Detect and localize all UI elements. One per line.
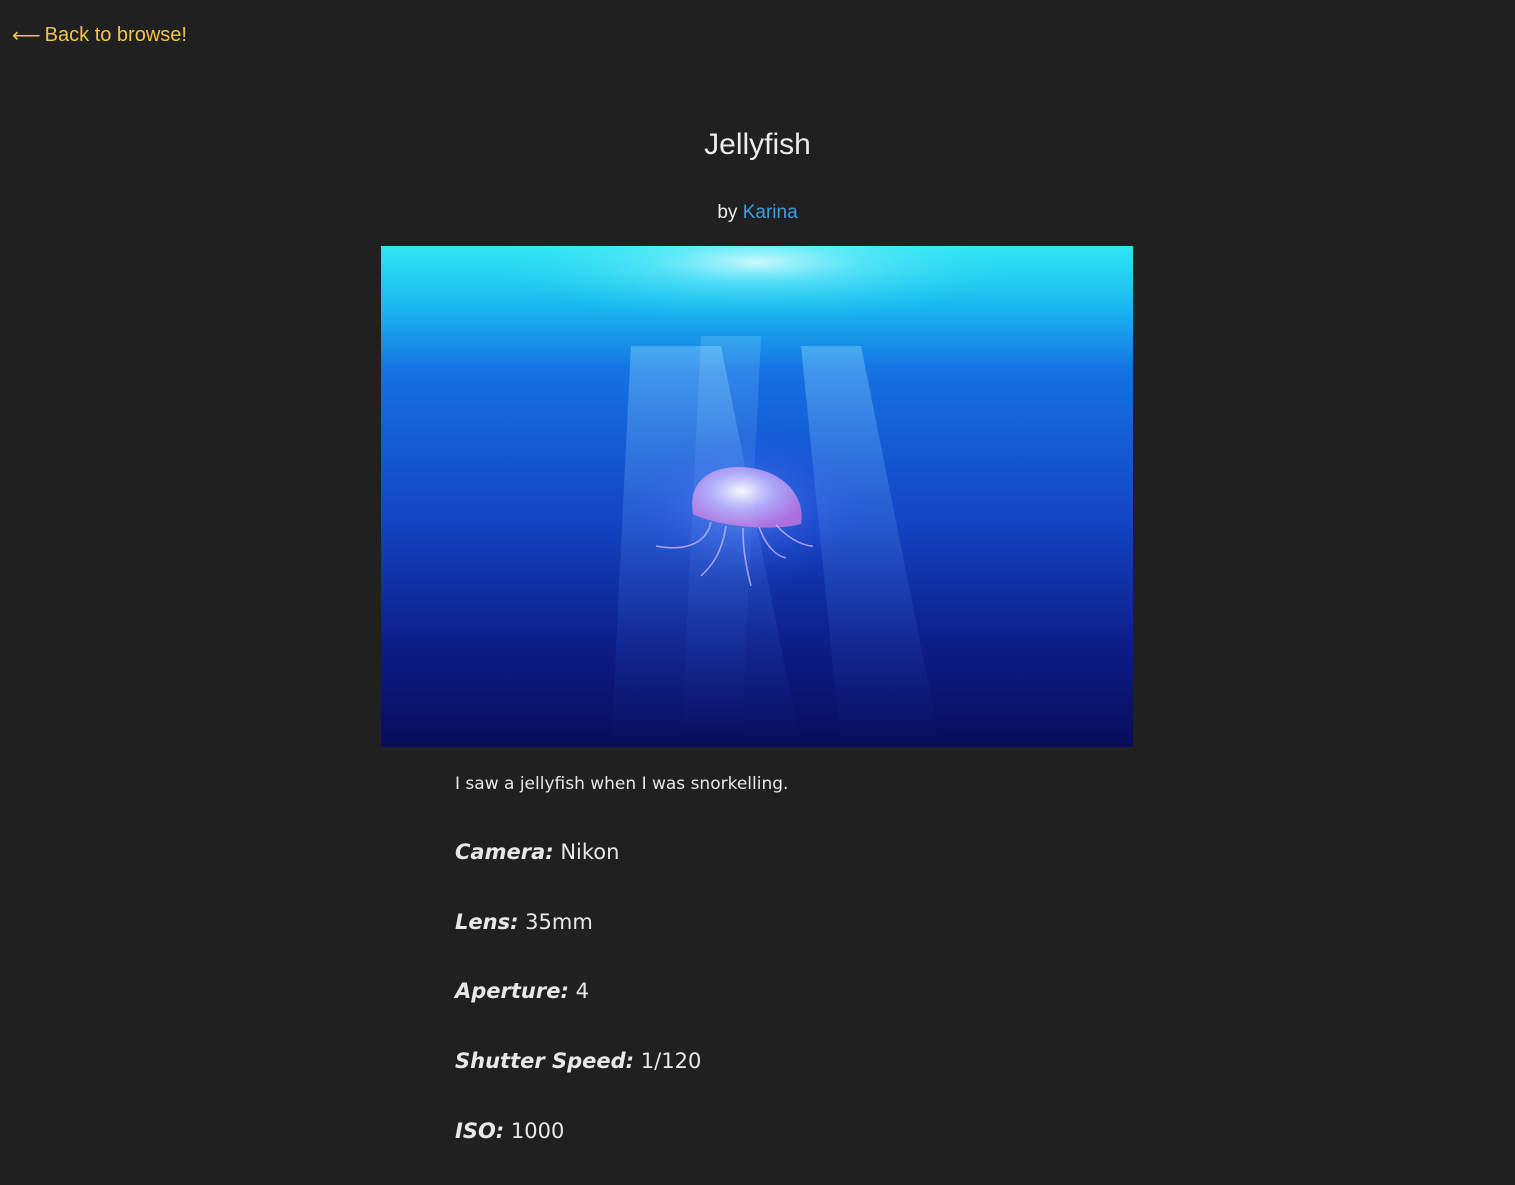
spec-shutter-speed: Shutter Speed: 1/120 — [455, 1049, 701, 1073]
back-to-browse-link[interactable]: ⟵ Back to browse! — [12, 24, 187, 47]
spec-aperture: Aperture: 4 — [455, 979, 589, 1003]
spec-camera: Camera: Nikon — [455, 840, 619, 864]
photo-description: I saw a jellyfish when I was snorkelling… — [455, 774, 789, 794]
spec-iso: ISO: 1000 — [455, 1119, 564, 1143]
spec-camera-label: Camera: — [455, 840, 554, 864]
left-arrow-icon: ⟵ — [12, 24, 41, 47]
photo-title: Jellyfish — [704, 128, 811, 161]
byline-prefix: by — [717, 202, 738, 223]
spec-lens: Lens: 35mm — [455, 910, 593, 934]
spec-shutter-speed-label: Shutter Speed: — [455, 1049, 635, 1073]
spec-lens-label: Lens: — [455, 910, 519, 934]
back-link-label: Back to browse! — [44, 24, 187, 46]
author-link[interactable]: Karina — [743, 202, 798, 223]
spec-lens-value: 35mm — [525, 910, 593, 934]
spec-camera-value: Nikon — [560, 840, 620, 864]
spec-iso-label: ISO: — [455, 1119, 505, 1143]
byline: by Karina — [0, 202, 1515, 224]
spec-aperture-label: Aperture: — [455, 979, 569, 1003]
jellyfish-photo — [381, 246, 1133, 747]
photo-details: I saw a jellyfish when I was snorkelling… — [455, 772, 1135, 1143]
spec-shutter-speed-value: 1/120 — [640, 1049, 702, 1073]
spec-aperture-value: 4 — [575, 979, 589, 1003]
spec-iso-value: 1000 — [510, 1119, 565, 1143]
